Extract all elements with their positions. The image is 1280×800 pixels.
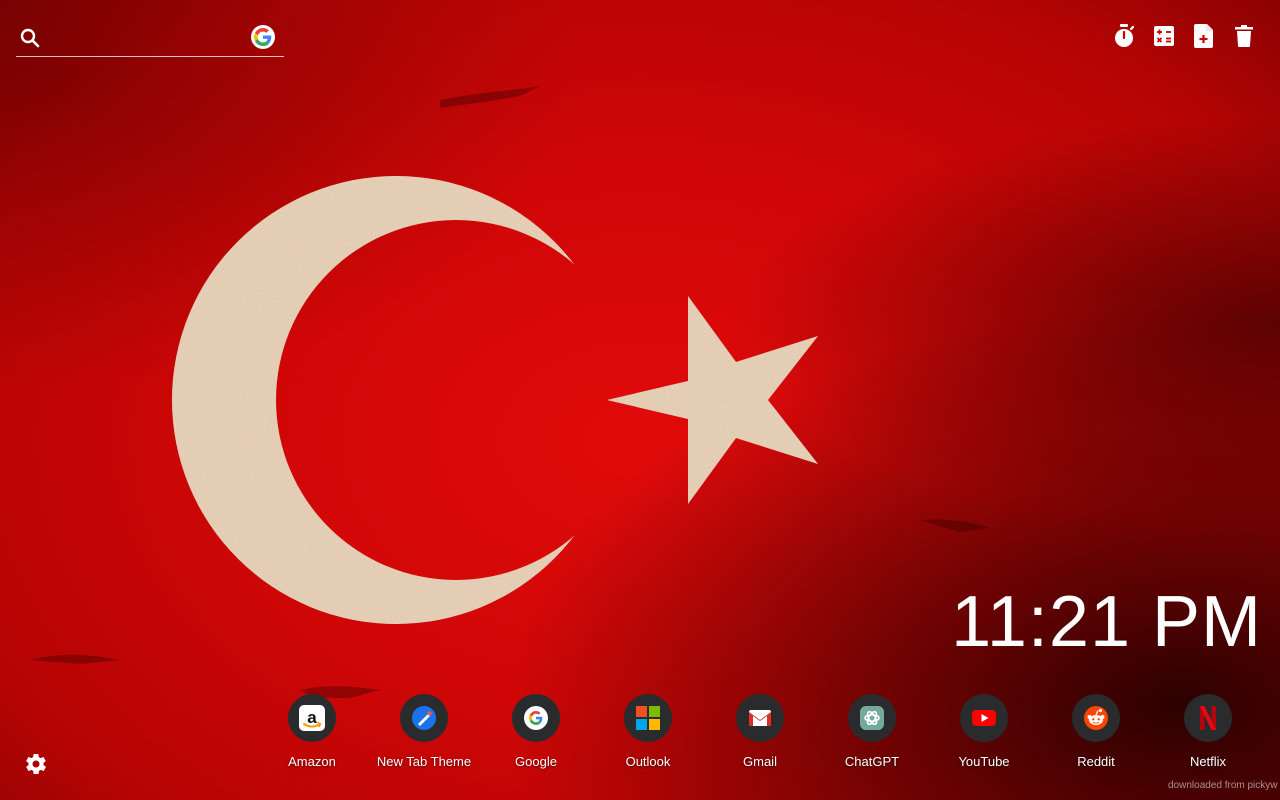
gmail-icon	[749, 710, 771, 726]
trash-icon	[1235, 25, 1253, 47]
search-icon[interactable]	[18, 26, 42, 50]
shortcut-google[interactable]: Google	[480, 694, 592, 769]
search-input[interactable]	[50, 24, 244, 52]
shortcut-label: Gmail	[743, 754, 777, 769]
search-engine-button[interactable]	[251, 25, 275, 49]
shortcuts-dock: a Amazon New Tab Theme Google Outlook Gm…	[256, 694, 1264, 769]
shortcut-label: ChatGPT	[844, 754, 900, 769]
note-add-icon	[1194, 24, 1213, 48]
stopwatch-icon	[1115, 24, 1135, 47]
new-tab-theme-icon	[412, 706, 436, 730]
shortcut-new-tab-theme[interactable]: New Tab Theme	[368, 694, 480, 769]
settings-button[interactable]	[24, 752, 48, 776]
shortcut-reddit[interactable]: Reddit	[1040, 694, 1152, 769]
wallpaper-flag	[0, 0, 1280, 800]
google-icon	[524, 706, 548, 730]
calculator-button[interactable]	[1152, 22, 1176, 50]
reddit-icon	[1084, 706, 1108, 730]
shortcut-label: Outlook	[625, 754, 671, 769]
watermark-text: downloaded from pickyw	[1168, 780, 1278, 791]
shortcut-gmail[interactable]: Gmail	[704, 694, 816, 769]
calculator-icon	[1154, 26, 1174, 46]
gear-icon	[26, 753, 46, 775]
timer-button[interactable]	[1112, 22, 1136, 50]
shortcut-label: YouTube	[958, 754, 1010, 769]
netflix-icon	[1200, 706, 1216, 730]
shortcut-outlook[interactable]: Outlook	[592, 694, 704, 769]
new-note-button[interactable]	[1192, 22, 1216, 50]
trash-button[interactable]	[1232, 22, 1256, 50]
shortcut-label: Reddit	[1077, 754, 1115, 769]
youtube-icon	[972, 710, 996, 726]
shortcut-label: Netflix	[1189, 754, 1227, 769]
svg-text:a: a	[307, 708, 317, 727]
shortcut-netflix[interactable]: Netflix	[1152, 694, 1264, 769]
shortcut-label: Amazon	[288, 754, 336, 769]
chatgpt-icon	[860, 706, 884, 730]
amazon-icon: a	[299, 705, 325, 731]
clock: 11:21 PM	[951, 582, 1262, 662]
new-tab-page: 11:21 PM a Amazon New Tab Theme Google O…	[0, 0, 1280, 800]
shortcut-label: New Tab Theme	[376, 754, 472, 769]
shortcut-amazon[interactable]: a Amazon	[256, 694, 368, 769]
toolbar	[1112, 22, 1256, 50]
shortcut-chatgpt[interactable]: ChatGPT	[816, 694, 928, 769]
shortcut-label: Google	[515, 754, 557, 769]
shortcut-youtube[interactable]: YouTube	[928, 694, 1040, 769]
microsoft-icon	[636, 706, 660, 730]
google-icon	[254, 28, 272, 46]
search-bar	[16, 20, 284, 57]
